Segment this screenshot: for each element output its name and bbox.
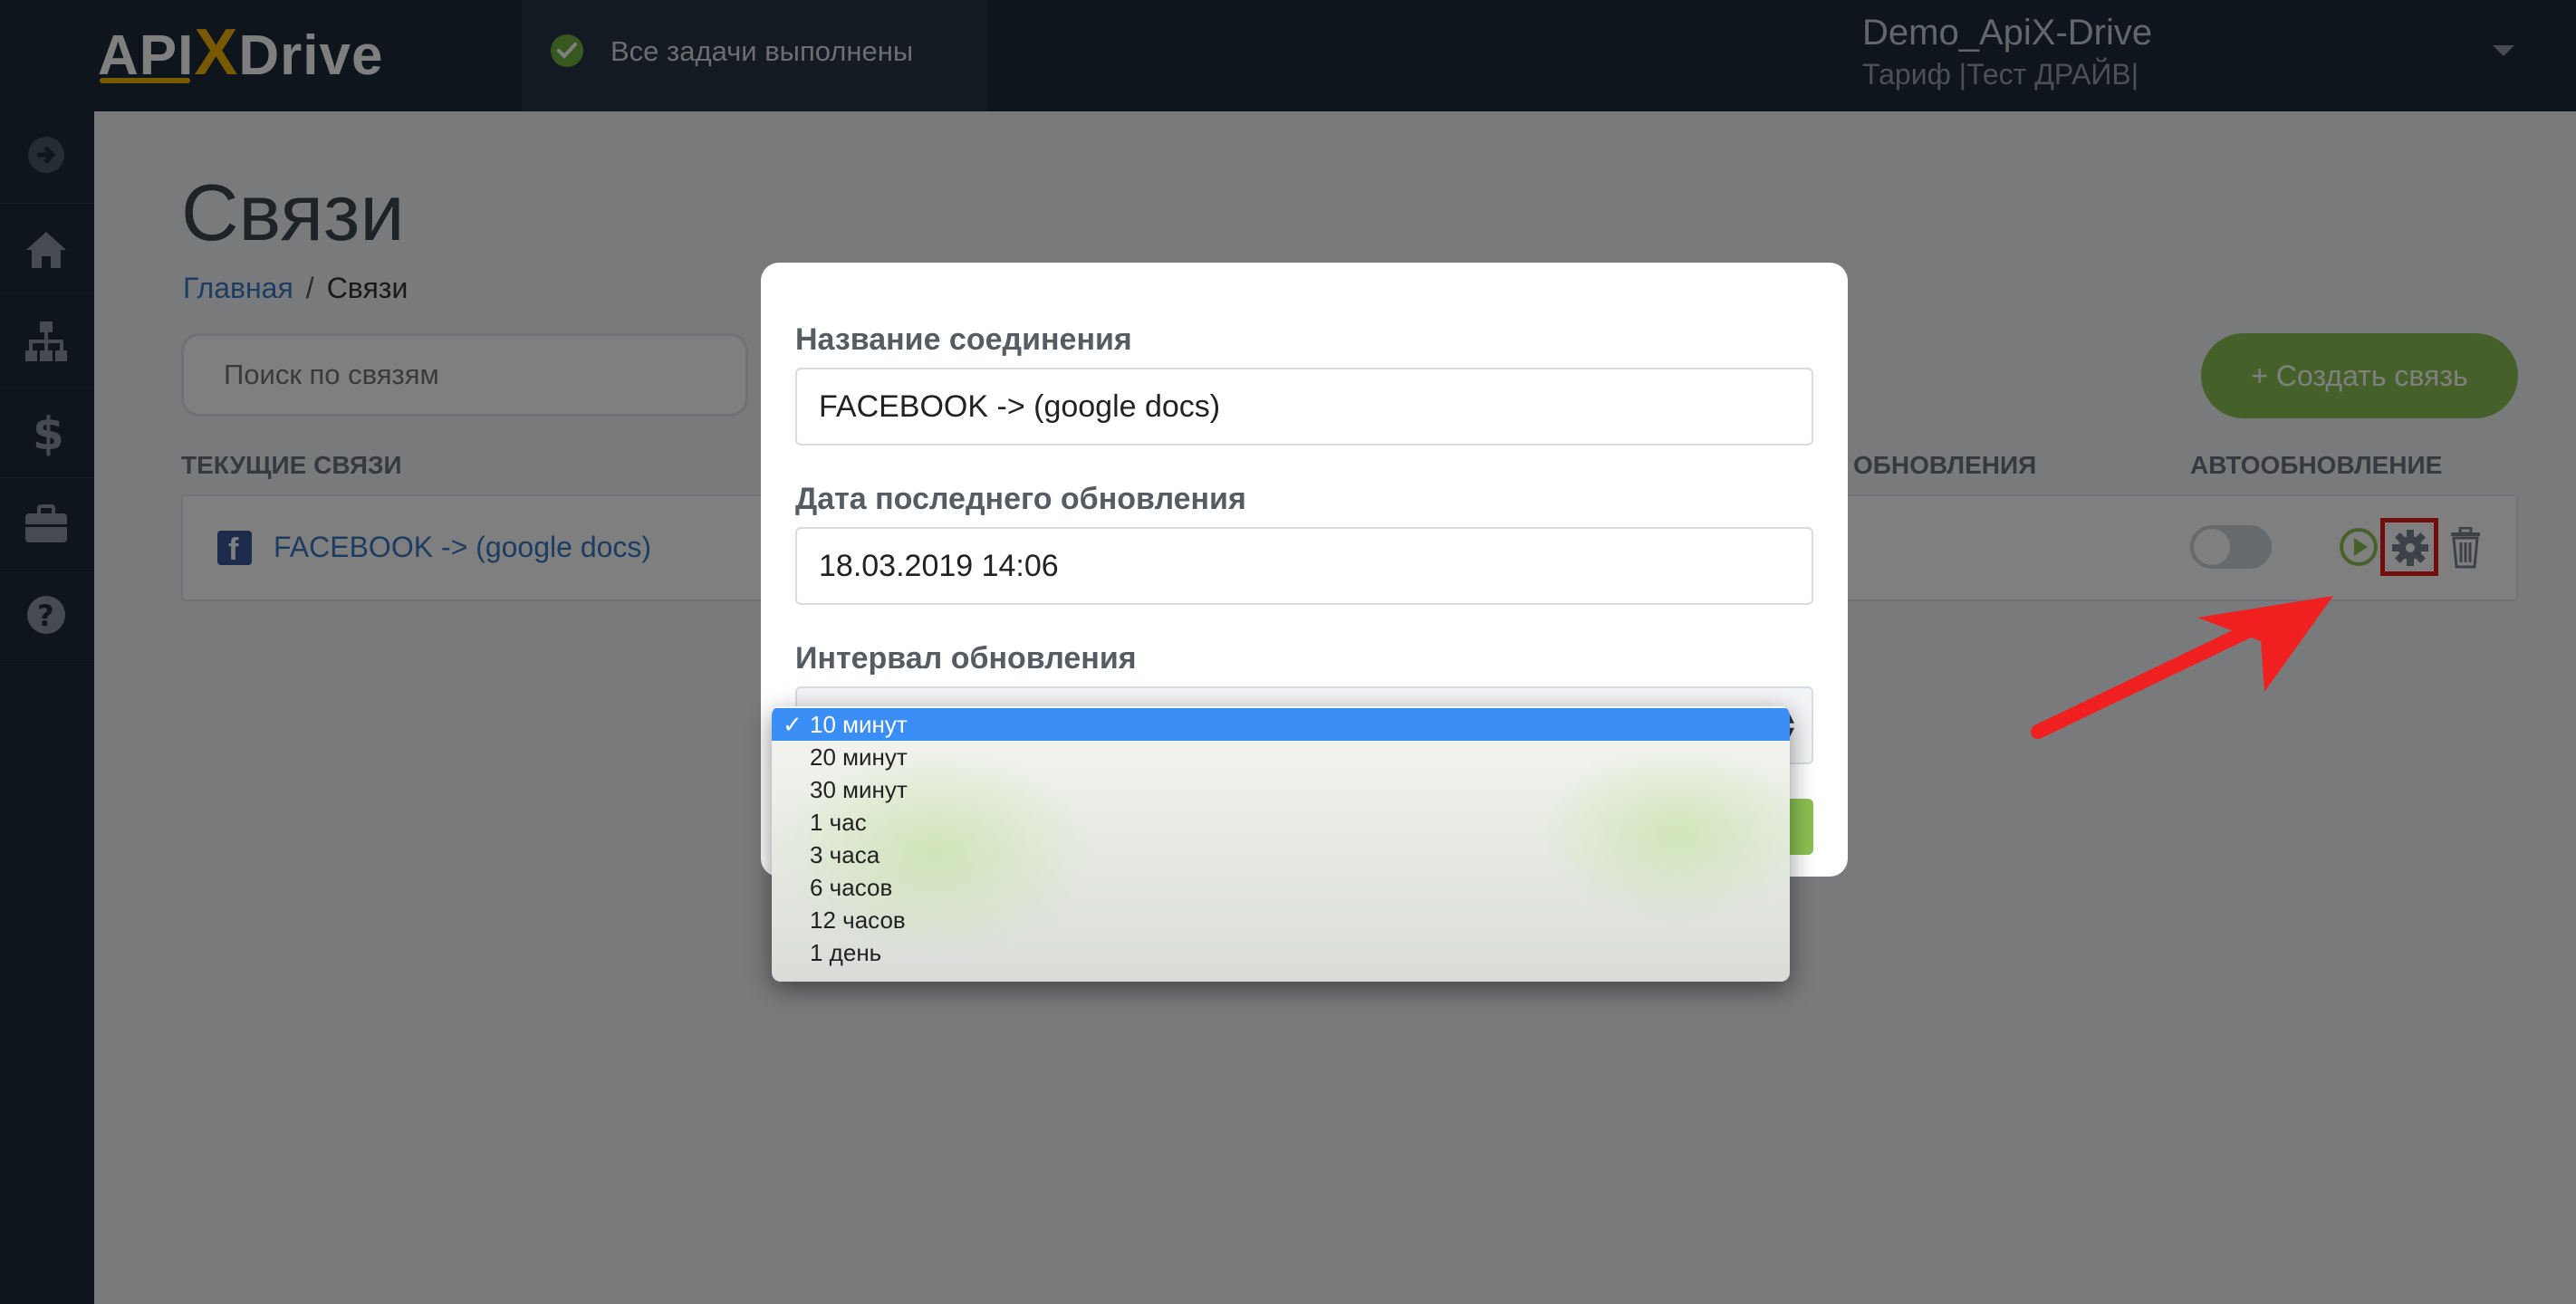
interval-option[interactable]: 3 часа [772,839,1790,871]
checkmark-icon: ✓ [783,711,803,738]
interval-option[interactable]: ✓ 10 минут [772,708,1790,741]
interval-option[interactable]: 1 час [772,806,1790,839]
interval-dropdown-list: ✓ 10 минут 20 минут 30 минут 1 час 3 часа… [772,706,1790,982]
interval-option[interactable]: 12 часов [772,904,1790,936]
interval-option[interactable]: 30 минут [772,773,1790,806]
red-arrow-annotation [2031,596,2333,739]
last-update-input[interactable]: 18.03.2019 14:06 [795,527,1813,605]
connection-name-input[interactable]: FACEBOOK -> (google docs) [795,368,1813,446]
interval-option[interactable]: 20 минут [772,741,1790,773]
interval-option[interactable]: 1 день [772,936,1790,969]
connection-name-label: Название соединения [795,322,1132,357]
last-update-label: Дата последнего обновления [795,482,1246,516]
update-interval-label: Интервал обновления [795,641,1137,676]
interval-option[interactable]: 6 часов [772,871,1790,904]
